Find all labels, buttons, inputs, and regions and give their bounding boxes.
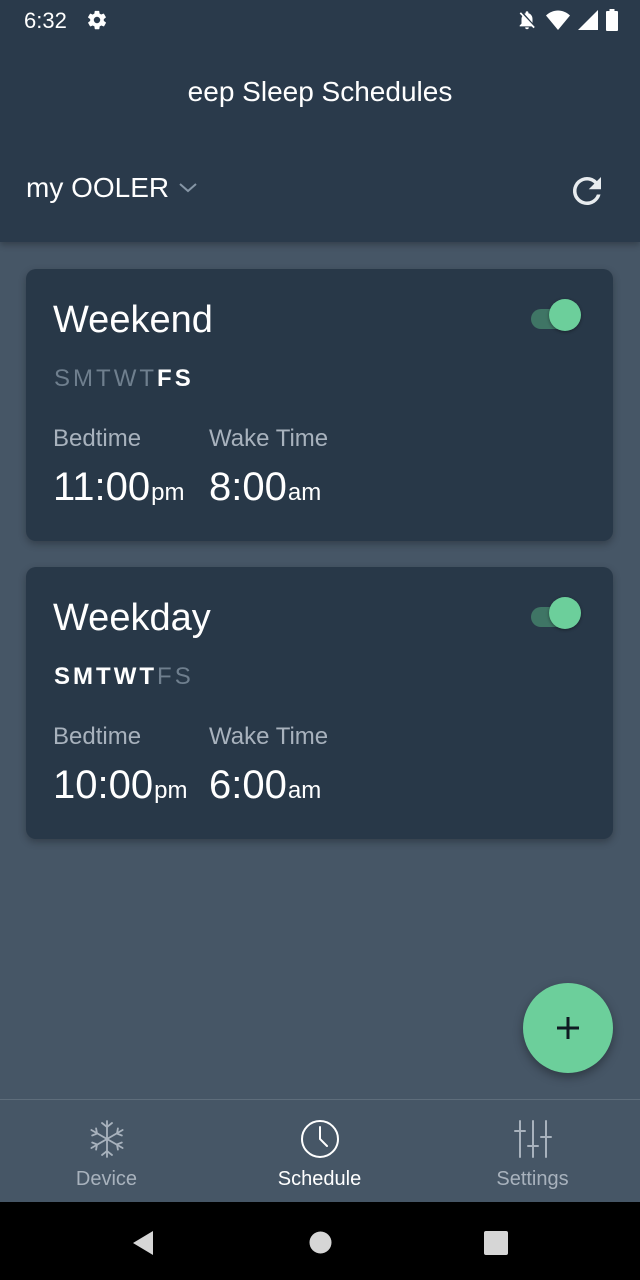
bedtime-suffix: pm — [151, 479, 185, 506]
schedule-name: Weekend — [53, 299, 213, 341]
day-monday: M — [73, 365, 97, 392]
schedule-card-weekday[interactable]: Weekday SMTWTFS Bedtime Wake Time 10:00p… — [26, 567, 613, 839]
bedtime-time: 11:00 — [53, 465, 151, 509]
schedule-days: SMTWTFS — [54, 663, 194, 691]
snowflake-icon — [90, 1120, 124, 1158]
day-wednesday: W — [113, 663, 140, 690]
system-navigation-bar — [0, 1202, 640, 1280]
wake-time-value: 8:00am — [209, 465, 321, 510]
cellular-signal-icon — [578, 10, 598, 30]
wake-time: 6:00 — [209, 763, 287, 807]
day-thursday: T — [139, 663, 158, 690]
page-title: eep Sleep Schedules — [187, 76, 453, 107]
device-selector[interactable]: my OOLER — [26, 172, 197, 204]
battery-icon — [606, 9, 618, 31]
day-thursday: T — [139, 365, 158, 392]
wake-time-suffix: am — [287, 777, 322, 804]
app-header: 6:32 eep Sleep Schedules my OOLER — [0, 0, 640, 242]
day-friday: F — [157, 663, 175, 690]
nav-device-label: Device — [75, 1168, 138, 1190]
bedtime-label: Bedtime — [53, 723, 142, 750]
nav-settings-label: Settings — [496, 1168, 569, 1190]
day-monday: M — [73, 663, 97, 690]
day-saturday: S — [174, 365, 194, 392]
wake-time-suffix: am — [287, 479, 322, 506]
day-wednesday: W — [113, 365, 140, 392]
bedtime-value: 10:00pm — [53, 763, 187, 808]
nav-settings[interactable]: Settings — [426, 1100, 639, 1203]
day-sunday: S — [54, 663, 74, 690]
gear-icon — [88, 10, 106, 30]
clock-icon — [301, 1120, 339, 1158]
wifi-icon — [546, 10, 570, 30]
bedtime-label: Bedtime — [53, 425, 142, 452]
bottom-navigation: Device Schedule Settings — [0, 1099, 640, 1203]
add-schedule-button[interactable] — [523, 983, 613, 1073]
device-name: my OOLER — [26, 172, 170, 203]
bedtime-value: 11:00pm — [53, 465, 184, 510]
schedule-toggle[interactable] — [529, 597, 583, 633]
nav-schedule[interactable]: Schedule — [213, 1100, 426, 1203]
day-friday: F — [157, 365, 175, 392]
day-tuesday: T — [96, 663, 114, 690]
sliders-icon — [514, 1120, 552, 1158]
schedule-name: Weekday — [53, 597, 211, 639]
notifications-off-icon — [519, 11, 535, 30]
wake-time-label: Wake Time — [209, 723, 329, 750]
day-sunday: S — [54, 365, 74, 392]
status-time: 6:32 — [24, 8, 67, 33]
wake-time: 8:00 — [209, 465, 287, 509]
wake-time-value: 6:00am — [209, 763, 321, 808]
status-icons — [516, 8, 618, 32]
schedule-card-weekend[interactable]: Weekend SMTWTFS Bedtime Wake Time 11:00p… — [26, 269, 613, 541]
plus-icon — [557, 1017, 579, 1039]
schedule-toggle[interactable] — [529, 299, 583, 335]
bedtime-time: 10:00 — [53, 763, 154, 807]
chevron-down-icon — [179, 183, 197, 193]
recents-icon[interactable] — [484, 1231, 508, 1255]
back-icon[interactable] — [131, 1230, 155, 1256]
refresh-icon[interactable] — [566, 170, 608, 212]
wake-time-label: Wake Time — [209, 425, 329, 452]
nav-device[interactable]: Device — [0, 1100, 213, 1203]
day-saturday: S — [174, 663, 194, 690]
home-icon[interactable] — [309, 1231, 332, 1254]
nav-schedule-label: Schedule — [277, 1168, 362, 1190]
bedtime-suffix: pm — [154, 777, 188, 804]
schedule-days: SMTWTFS — [54, 365, 194, 393]
day-tuesday: T — [96, 365, 114, 392]
